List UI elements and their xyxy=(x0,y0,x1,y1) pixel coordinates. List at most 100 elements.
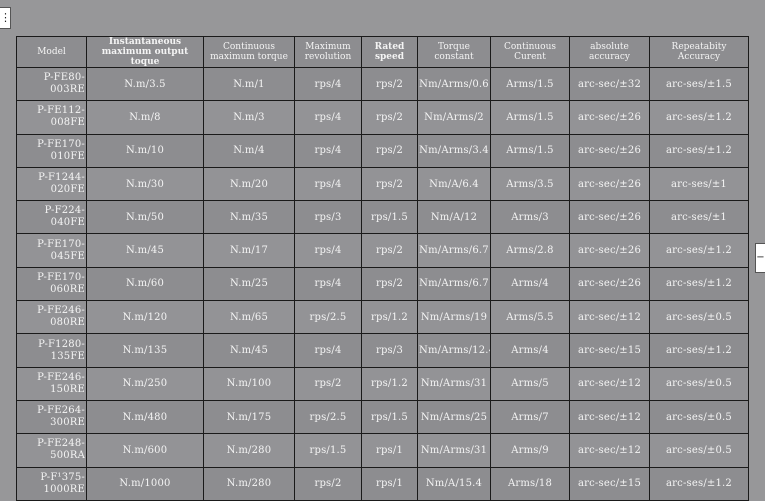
side-panel-toggle[interactable]: − xyxy=(755,243,765,273)
cell-continuous-torque: N.m/4 xyxy=(203,133,295,168)
cell-rated-speed: rps/1.2 xyxy=(361,366,418,401)
cell-torque-constant: Nm/Arms/3.4 xyxy=(417,133,491,168)
table-row: P-FE80-003RE N.m/3.5 N.m/1 rps/4 rps/2 Nm/Arm… xyxy=(16,66,749,102)
cell-continuous-current: Arms/1.5 xyxy=(490,100,570,135)
table-row: P-FE246-080RE N.m/120 N.m/65 rps/2.5 rps/1.2… xyxy=(16,300,749,335)
cell-max-revolution: rps/4 xyxy=(294,233,362,268)
table-row: P-FE264-300RE N.m/480 N.m/175 rps/2.5 rps/1.… xyxy=(16,399,749,435)
cell-rated-speed: rps/1.2 xyxy=(361,300,418,335)
cell-continuous-current: Arms/5 xyxy=(490,366,570,401)
cell-repeatability-accuracy: arc-ses/±1.2 xyxy=(649,133,749,168)
cell-continuous-current: Arms/1.5 xyxy=(490,66,570,102)
col-header-continuous-current: Continuous Curent xyxy=(490,36,570,68)
cell-repeatability-accuracy: arc-ses/±1 xyxy=(649,200,749,235)
cell-continuous-current: Arms/4 xyxy=(490,333,570,368)
col-header-rated-speed: Rated speed xyxy=(361,36,418,68)
cell-instantaneous-torque: N.m/30 xyxy=(86,166,204,202)
cell-rated-speed: rps/2 xyxy=(361,133,418,168)
cell-continuous-current: Arms/2.8 xyxy=(490,233,570,268)
cell-model: P-F224-040FE xyxy=(16,200,87,235)
col-header-model: Model xyxy=(16,36,87,68)
col-header-instantaneous-torque: Instantaneous maximum output toque xyxy=(86,36,204,68)
cell-torque-constant: Nm/A/12 xyxy=(417,200,491,235)
cell-absolute-accuracy: arc-sec/±12 xyxy=(569,366,650,401)
cell-rated-speed: rps/1.5 xyxy=(361,399,418,435)
cell-absolute-accuracy: arc-sec/±26 xyxy=(569,233,650,268)
cell-max-revolution: rps/2.5 xyxy=(294,399,362,435)
col-header-absolute-accuracy: absolute accuracy xyxy=(569,36,650,68)
cell-absolute-accuracy: arc-sec/±15 xyxy=(569,333,650,368)
cell-max-revolution: rps/2.5 xyxy=(294,300,362,335)
cell-repeatability-accuracy: arc-ses/±1.5 xyxy=(649,66,749,102)
col-header-torque-constant: Torque constant xyxy=(417,36,491,68)
cell-repeatability-accuracy: arc-ses/±1.2 xyxy=(649,100,749,135)
cell-continuous-current: Arms/3 xyxy=(490,200,570,235)
cell-torque-constant: Nm/Arms/0.6 xyxy=(417,66,491,102)
cell-continuous-torque: N.m/20 xyxy=(203,166,295,202)
cell-instantaneous-torque: N.m/3.5 xyxy=(86,66,204,102)
cell-absolute-accuracy: arc-sec/±26 xyxy=(569,166,650,202)
cell-instantaneous-torque: N.m/600 xyxy=(86,433,204,468)
cell-continuous-current: Arms/4 xyxy=(490,266,570,302)
cell-model: P-FE170-010FE xyxy=(16,133,87,168)
cell-continuous-torque: N.m/175 xyxy=(203,399,295,435)
cell-absolute-accuracy: arc-sec/±15 xyxy=(569,466,650,501)
cell-max-revolution: rps/4 xyxy=(294,166,362,202)
cell-model: P-FE80-003RE xyxy=(16,66,87,102)
cell-absolute-accuracy: arc-sec/±12 xyxy=(569,433,650,468)
cell-model: P-FE170-045FE xyxy=(16,233,87,268)
cell-torque-constant: Nm/Arms/12.4 xyxy=(417,333,491,368)
cell-torque-constant: Nm/A/15.4 xyxy=(417,466,491,501)
cell-repeatability-accuracy: arc-ses/±1.2 xyxy=(649,466,749,501)
cell-max-revolution: rps/2 xyxy=(294,466,362,501)
cell-instantaneous-torque: N.m/1000 xyxy=(86,466,204,501)
cell-continuous-current: Arms/9 xyxy=(490,433,570,468)
col-header-max-revolution: Maximum revolution xyxy=(294,36,362,68)
cell-model: P-F1280-135FE xyxy=(16,333,87,368)
cell-torque-constant: Nm/Arms/6.7 xyxy=(417,266,491,302)
cell-continuous-current: Arms/7 xyxy=(490,399,570,435)
cell-continuous-torque: N.m/17 xyxy=(203,233,295,268)
cell-torque-constant: Nm/Arms/6.7 xyxy=(417,233,491,268)
cell-continuous-torque: N.m/45 xyxy=(203,333,295,368)
cell-repeatability-accuracy: arc-ses/±0.5 xyxy=(649,399,749,435)
cell-repeatability-accuracy: arc-ses/±1.2 xyxy=(649,333,749,368)
cell-continuous-torque: N.m/65 xyxy=(203,300,295,335)
cell-continuous-torque: N.m/280 xyxy=(203,433,295,468)
cell-continuous-torque: N.m/35 xyxy=(203,200,295,235)
cell-absolute-accuracy: arc-sec/±12 xyxy=(569,300,650,335)
cell-instantaneous-torque: N.m/8 xyxy=(86,100,204,135)
cell-repeatability-accuracy: arc-ses/±1 xyxy=(649,166,749,202)
cell-instantaneous-torque: N.m/250 xyxy=(86,366,204,401)
cell-model: P-FE248-500RA xyxy=(16,433,87,468)
cell-instantaneous-torque: N.m/60 xyxy=(86,266,204,302)
cell-instantaneous-torque: N.m/10 xyxy=(86,133,204,168)
more-options-icon[interactable]: ⋮ xyxy=(0,7,11,29)
cell-repeatability-accuracy: arc-ses/±1.2 xyxy=(649,266,749,302)
cell-absolute-accuracy: arc-sec/±26 xyxy=(569,266,650,302)
cell-instantaneous-torque: N.m/480 xyxy=(86,399,204,435)
spec-table: Model Instantaneous maximum output toque… xyxy=(16,36,749,501)
cell-instantaneous-torque: N.m/45 xyxy=(86,233,204,268)
col-header-repeatability-accuracy: Repeatabity Accuracy xyxy=(649,36,749,68)
cell-model: P-F¹375-1000RE xyxy=(16,466,87,501)
cell-rated-speed: rps/2 xyxy=(361,266,418,302)
cell-absolute-accuracy: arc-sec/±32 xyxy=(569,66,650,102)
cell-repeatability-accuracy: arc-ses/±0.5 xyxy=(649,300,749,335)
cell-torque-constant: Nm/Arms/25 xyxy=(417,399,491,435)
header-row: Model Instantaneous maximum output toque… xyxy=(16,36,749,68)
cell-torque-constant: Nm/Arms/2 xyxy=(417,100,491,135)
cell-rated-speed: rps/2 xyxy=(361,233,418,268)
table-row: P-FE170-010FE N.m/10 N.m/4 rps/4 rps/2 Nm/Arm… xyxy=(16,133,749,168)
table-row: P-FE112-008FE N.m/8 N.m/3 rps/4 rps/2 Nm/Arms… xyxy=(16,100,749,135)
cell-max-revolution: rps/4 xyxy=(294,133,362,168)
col-header-continuous-torque: Continuous maximum torque xyxy=(203,36,295,68)
cell-torque-constant: Nm/Arms/19 xyxy=(417,300,491,335)
cell-model: P-FE170-060RE xyxy=(16,266,87,302)
cell-continuous-current: Arms/5.5 xyxy=(490,300,570,335)
table-row: P-FE248-500RA N.m/600 N.m/280 rps/1.5 rps/1 N… xyxy=(16,433,749,468)
cell-continuous-current: Arms/3.5 xyxy=(490,166,570,202)
table-row: P-F1280-135FE N.m/135 N.m/45 rps/4 rps/3 Nm/A… xyxy=(16,333,749,368)
cell-continuous-torque: N.m/3 xyxy=(203,100,295,135)
cell-max-revolution: rps/3 xyxy=(294,200,362,235)
